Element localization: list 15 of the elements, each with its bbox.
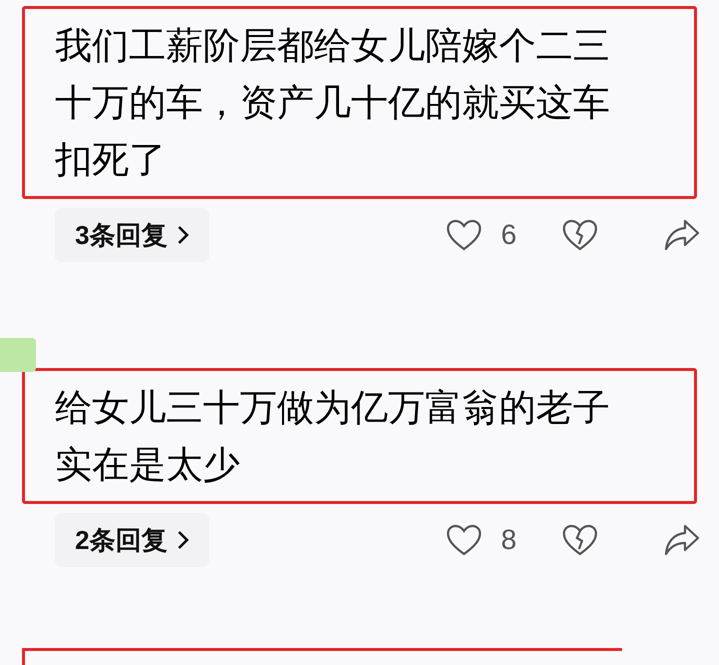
broken-heart-icon[interactable]	[561, 218, 599, 252]
avatar	[0, 338, 36, 372]
heart-icon[interactable]	[445, 218, 483, 252]
share-icon[interactable]	[663, 218, 701, 252]
comment-text: 我们工薪阶层都给女儿陪嫁个二三 十万的车，资产几十亿的就买这车 扣死了	[55, 24, 610, 182]
chevron-right-icon	[177, 225, 190, 245]
like-count: 6	[501, 218, 518, 252]
like-count: 8	[501, 523, 518, 557]
comment-text: 给女儿三十万做为亿万富翁的老子 实在是太少	[55, 386, 610, 487]
broken-heart-icon[interactable]	[561, 523, 599, 557]
share-icon[interactable]	[663, 523, 701, 557]
replies-button[interactable]: 2条回复	[55, 513, 210, 567]
heart-icon[interactable]	[445, 523, 483, 557]
chevron-right-icon	[177, 530, 190, 550]
replies-button[interactable]: 3条回复	[55, 208, 210, 262]
